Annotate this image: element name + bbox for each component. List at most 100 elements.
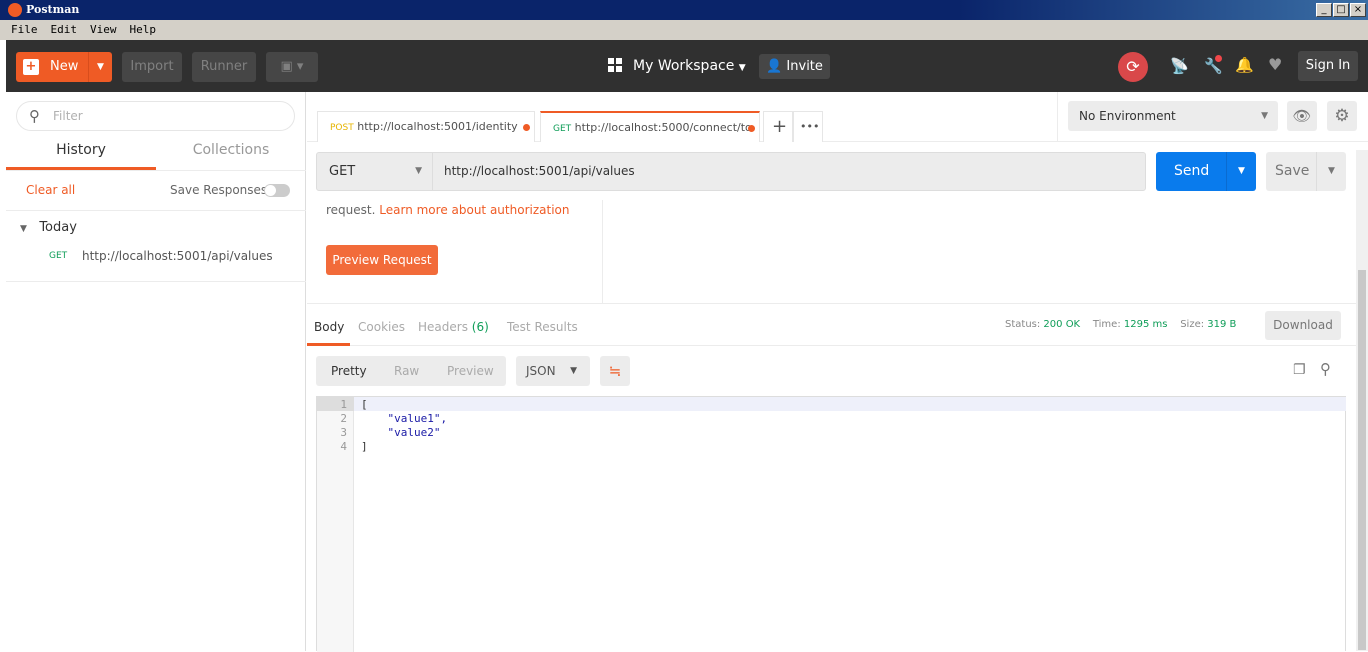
sync-icon[interactable]: ⟳ [1118, 52, 1148, 82]
window-title: Postman [26, 3, 80, 16]
line-number: 4 [340, 440, 347, 453]
tab-post-identity[interactable]: POST http://localhost:5001/identity [317, 111, 535, 142]
history-method: GET [49, 251, 68, 261]
save-dropdown-icon[interactable]: ▼ [1316, 152, 1346, 191]
window-title-bar: Postman [0, 0, 1368, 20]
workspace-label: My Workspace [633, 58, 735, 74]
method-select[interactable]: GET ▼ [317, 153, 433, 190]
tab-cookies[interactable]: Cookies [358, 320, 405, 334]
add-tab-button[interactable]: + [763, 111, 793, 142]
request-tabs: POST http://localhost:5001/identity GET … [307, 92, 1368, 142]
tab-history[interactable]: History [6, 142, 156, 170]
copy-icon[interactable]: ❐ [1293, 362, 1306, 378]
maximize-button[interactable]: □ [1333, 3, 1349, 17]
more-tabs-button[interactable]: ••• [793, 111, 823, 142]
download-button[interactable]: Download [1265, 311, 1341, 340]
format-label: JSON [526, 364, 556, 378]
tab-get-connect[interactable]: GET http://localhost:5000/connect/to [540, 111, 760, 142]
import-button[interactable]: Import [122, 52, 182, 82]
send-dropdown-icon[interactable]: ▼ [1226, 152, 1256, 191]
view-raw[interactable]: Raw [394, 364, 419, 378]
chevron-down-icon: ▼ [1261, 111, 1268, 121]
satellite-icon[interactable]: 📡 [1170, 57, 1189, 75]
environment-select[interactable]: No Environment ▼ [1068, 101, 1278, 131]
close-button[interactable]: × [1350, 3, 1366, 17]
invite-label: Invite [786, 59, 823, 74]
tab-method: POST [330, 123, 354, 133]
line-number: 2 [340, 412, 347, 425]
tab-method: GET [553, 124, 572, 134]
runner-button[interactable]: Runner [192, 52, 256, 82]
wrap-lines-icon[interactable]: ≒ [600, 356, 630, 386]
eye-icon[interactable]: 👁 [1287, 101, 1317, 131]
postman-logo-icon [8, 3, 22, 17]
save-responses-toggle[interactable] [264, 184, 290, 197]
search-icon: ⚲ [29, 107, 40, 125]
menu-edit[interactable]: Edit [51, 23, 78, 36]
tab-test-results[interactable]: Test Results [507, 320, 578, 334]
tab-collections[interactable]: Collections [156, 142, 306, 170]
history-group-today[interactable]: ▼ Today [20, 220, 77, 235]
scrollbar[interactable] [1356, 150, 1368, 651]
auth-text-label: request. [326, 203, 376, 217]
format-select[interactable]: JSON ▼ [516, 356, 590, 386]
code-line: ] [361, 440, 368, 453]
code-line: "value1", [361, 412, 448, 425]
new-button[interactable]: + New ▼ [16, 52, 112, 82]
auth-text: request. Learn more about authorization [326, 203, 569, 217]
caret-down-icon: ▼ [20, 224, 27, 234]
send-button[interactable]: Send ▼ [1156, 152, 1256, 191]
gear-icon[interactable]: ⚙ [1327, 101, 1357, 131]
new-window-button[interactable]: ▣ ▾ [266, 52, 318, 82]
menu-help[interactable]: Help [130, 23, 157, 36]
menu-view[interactable]: View [90, 23, 117, 36]
chevron-down-icon: ▼ [415, 166, 422, 176]
size-label: Size: [1180, 319, 1205, 330]
code-line: [ [361, 398, 368, 411]
tab-url: http://localhost:5000/connect/to [574, 121, 752, 134]
unsaved-dot-icon [523, 124, 530, 131]
history-item[interactable]: GET http://localhost:5001/api/values [6, 244, 306, 282]
group-label: Today [39, 220, 77, 235]
response-tabs: Body Cookies Headers (6) Test Results St… [307, 310, 1356, 346]
notification-badge [1215, 55, 1222, 62]
menu-file[interactable]: File [11, 23, 38, 36]
response-meta: Status: 200 OK Time: 1295 ms Size: 319 B [1005, 319, 1236, 330]
view-preview[interactable]: Preview [447, 364, 494, 378]
app-header: + New ▼ Import Runner ▣ ▾ My Workspace ▼… [6, 40, 1368, 92]
plus-icon: + [23, 59, 39, 75]
save-label: Save [1275, 163, 1310, 179]
sidebar: ⚲ Filter History Collections Clear all Sa… [6, 92, 306, 651]
new-dropdown-icon[interactable]: ▼ [88, 52, 112, 82]
invite-button[interactable]: 👤 Invite [759, 54, 830, 79]
status-value: 200 OK [1043, 319, 1081, 330]
preview-request-button[interactable]: Preview Request [326, 245, 438, 275]
sign-in-button[interactable]: Sign In [1298, 51, 1358, 81]
clear-all-link[interactable]: Clear all [26, 183, 75, 197]
method-label: GET [329, 164, 356, 179]
heart-icon[interactable]: ♥ [1268, 55, 1282, 74]
filter-input[interactable]: ⚲ Filter [16, 101, 295, 131]
save-responses-label: Save Responses [170, 183, 268, 197]
filter-placeholder: Filter [53, 109, 83, 123]
save-button[interactable]: Save ▼ [1266, 152, 1346, 191]
line-number: 3 [340, 426, 347, 439]
url-bar: GET ▼ http://localhost:5001/api/values [316, 152, 1146, 191]
view-pretty[interactable]: Pretty [331, 364, 367, 378]
learn-auth-link[interactable]: Learn more about authorization [379, 203, 569, 217]
search-response-icon[interactable]: ⚲ [1320, 360, 1331, 378]
size-value: 319 B [1207, 319, 1237, 330]
unsaved-dot-icon [748, 125, 755, 132]
line-number: 1 [340, 398, 347, 411]
tab-body[interactable]: Body [307, 320, 350, 346]
view-mode-group: Pretty Raw Preview [316, 356, 506, 386]
headers-count: (6) [471, 320, 489, 334]
workspace-selector[interactable]: My Workspace ▼ [633, 58, 746, 74]
response-editor[interactable]: 1 [2 "value1", 3 "value2" 4] [316, 396, 1346, 652]
url-input[interactable]: http://localhost:5001/api/values [444, 153, 635, 190]
chevron-down-icon: ▼ [570, 366, 577, 376]
tab-headers[interactable]: Headers (6) [418, 320, 489, 334]
bell-icon[interactable]: 🔔 [1235, 56, 1254, 74]
headers-label: Headers [418, 320, 468, 334]
minimize-button[interactable]: _ [1316, 3, 1332, 17]
